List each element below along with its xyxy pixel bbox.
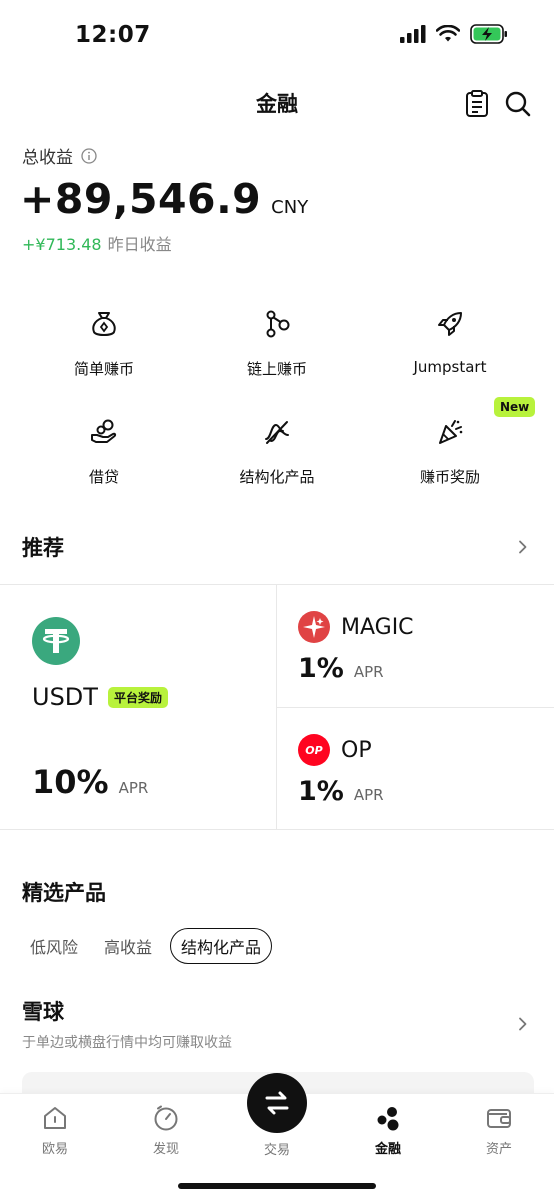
chevron-right-icon bbox=[519, 1017, 527, 1031]
nav-label: 资产 bbox=[485, 1142, 512, 1157]
nav-item-home[interactable]: 欧易 bbox=[0, 1104, 110, 1157]
quick-action-label: 借贷 bbox=[88, 468, 119, 486]
filter-low-risk[interactable]: 低风险 bbox=[22, 928, 86, 964]
search-icon bbox=[505, 91, 531, 117]
nav-label: 发现 bbox=[152, 1142, 179, 1157]
recommend-card-usdt[interactable]: USDT 平台奖励 10% APR bbox=[0, 585, 276, 830]
quick-action-structured[interactable]: 结构化产品 bbox=[191, 416, 363, 487]
nav-item-finance[interactable]: 金融 bbox=[333, 1104, 443, 1157]
quick-action-earn-rewards[interactable]: 赚币奖励 bbox=[364, 416, 536, 487]
total-earnings-currency: CNY bbox=[271, 197, 309, 218]
quick-action-onchain-earn[interactable]: 链上赚币 bbox=[191, 308, 363, 379]
nav-label: 欧易 bbox=[41, 1142, 68, 1157]
total-earnings-label-row: 总收益 bbox=[22, 143, 97, 168]
info-icon[interactable] bbox=[81, 147, 97, 164]
coin-rate: 1% bbox=[298, 776, 344, 807]
total-earnings-amount: +89,546.9 bbox=[20, 175, 262, 223]
chain-nodes-icon bbox=[266, 310, 290, 338]
recommend-panel: USDT 平台奖励 10% APR MAGIC 1% APR OP OP 1% … bbox=[0, 584, 554, 830]
yesterday-earnings-label: 昨日收益 bbox=[107, 235, 172, 254]
quick-action-label: 链上赚币 bbox=[246, 360, 307, 378]
quick-action-jumpstart[interactable]: Jumpstart bbox=[364, 308, 536, 376]
recommend-header[interactable]: 推荐 bbox=[0, 530, 554, 566]
recommend-card-magic[interactable]: MAGIC 1% APR bbox=[277, 585, 554, 707]
nav-label: 金融 bbox=[374, 1142, 401, 1157]
wallet-icon bbox=[487, 1109, 511, 1128]
finance-icon bbox=[377, 1107, 399, 1131]
product-title: 雪球 bbox=[22, 1000, 64, 1024]
quick-action-label: 赚币奖励 bbox=[419, 468, 480, 486]
header: 金融 bbox=[0, 80, 554, 130]
featured-title: 精选产品 bbox=[22, 881, 106, 905]
structured-product-icon bbox=[265, 421, 289, 444]
recommend-card-op[interactable]: OP OP 1% APR bbox=[277, 708, 554, 830]
trade-button[interactable] bbox=[247, 1073, 307, 1133]
op-coin-icon: OP bbox=[298, 734, 330, 766]
quick-action-simple-earn[interactable]: 简单赚币 bbox=[18, 308, 190, 379]
yesterday-earnings-value: +¥713.48 bbox=[22, 235, 102, 254]
total-earnings-amount-row: +89,546.9 CNY bbox=[20, 175, 308, 223]
total-earnings-label: 总收益 bbox=[22, 148, 73, 168]
status-time: 12:07 bbox=[75, 22, 151, 48]
coin-name: OP bbox=[341, 738, 372, 763]
product-description: 于单边或横盘行情中均可赚取收益 bbox=[22, 1035, 232, 1051]
quick-action-loan[interactable]: 借贷 bbox=[18, 416, 190, 487]
nav-item-assets[interactable]: 资产 bbox=[444, 1104, 554, 1157]
money-bag-icon bbox=[92, 312, 116, 336]
new-badge: New bbox=[494, 397, 536, 417]
recommend-title: 推荐 bbox=[22, 536, 64, 560]
coin-name: MAGIC bbox=[341, 615, 414, 640]
wifi-icon bbox=[436, 25, 460, 42]
clipboard-icon bbox=[466, 90, 488, 117]
quick-action-label: 结构化产品 bbox=[239, 468, 315, 486]
hand-coins-icon bbox=[91, 419, 117, 443]
party-popper-icon bbox=[439, 420, 463, 444]
magic-coin-icon bbox=[298, 611, 330, 643]
usdt-coin-icon bbox=[32, 617, 80, 665]
featured-filter-tabs: 低风险 高收益 结构化产品 bbox=[22, 928, 282, 964]
clipboard-button[interactable] bbox=[461, 88, 493, 120]
trade-swap-icon bbox=[265, 1091, 289, 1115]
quick-action-label: 简单赚币 bbox=[73, 360, 134, 378]
nav-item-discover[interactable]: 发现 bbox=[111, 1104, 221, 1157]
discover-icon bbox=[154, 1105, 178, 1131]
op-coin-icon-text: OP bbox=[305, 743, 323, 757]
home-indicator bbox=[178, 1183, 376, 1189]
cellular-signal-icon bbox=[400, 25, 426, 43]
rocket-icon bbox=[438, 312, 462, 336]
battery-charging-icon bbox=[470, 24, 507, 44]
coin-rate: 10% bbox=[32, 763, 109, 801]
coin-name: USDT bbox=[32, 683, 98, 711]
apr-label: APR bbox=[353, 786, 384, 804]
platform-reward-badge: 平台奖励 bbox=[107, 686, 168, 708]
yesterday-earnings-row: +¥713.48 昨日收益 bbox=[22, 231, 172, 255]
apr-label: APR bbox=[118, 779, 149, 797]
quick-action-label: Jumpstart bbox=[413, 358, 487, 376]
status-bar: 12:07 bbox=[0, 0, 554, 70]
status-icons bbox=[400, 24, 508, 44]
filter-structured[interactable]: 结构化产品 bbox=[170, 928, 273, 964]
home-icon bbox=[44, 1107, 66, 1129]
nav-label: 交易 bbox=[263, 1143, 290, 1158]
coin-rate: 1% bbox=[298, 653, 344, 684]
search-button[interactable] bbox=[502, 88, 534, 120]
apr-label: APR bbox=[353, 663, 384, 681]
filter-high-yield[interactable]: 高收益 bbox=[96, 928, 160, 964]
chevron-right-icon bbox=[519, 540, 527, 554]
